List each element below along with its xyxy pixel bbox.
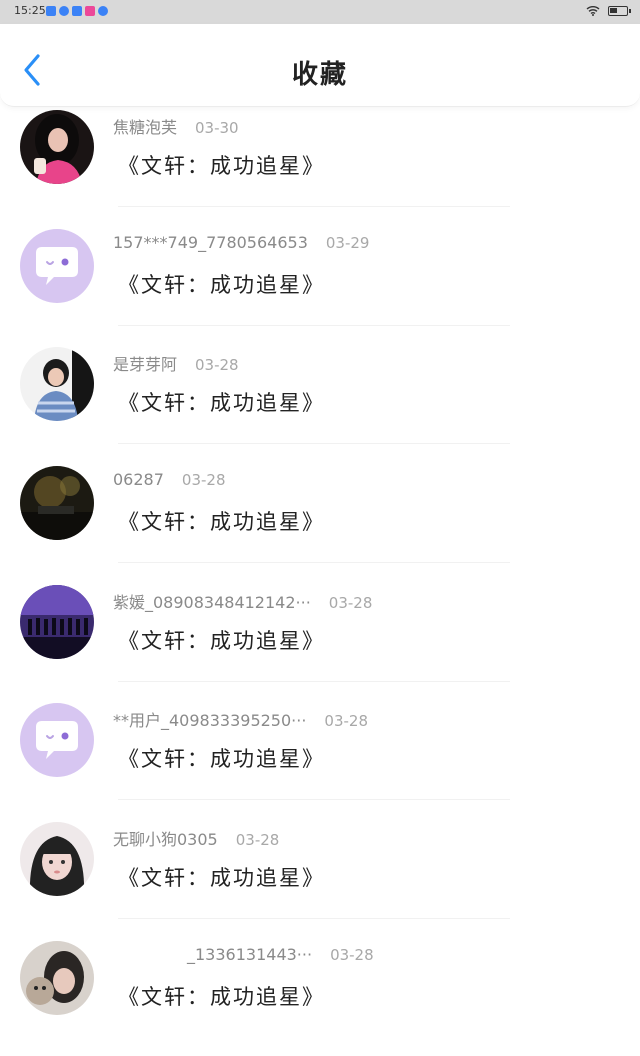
list-item[interactable]: 157***749_7780564653 03-29 《文轩：成功追星》 bbox=[0, 225, 640, 344]
app-notification-icon bbox=[46, 6, 56, 16]
status-time: 15:25 bbox=[14, 4, 46, 17]
post-date: 03-28 bbox=[181, 471, 226, 490]
list-item[interactable]: _1336131443··· 03-28 《文轩：成功追星》 bbox=[0, 937, 640, 1056]
divider bbox=[118, 324, 510, 326]
list-item[interactable]: 06287 03-28 《文轩：成功追星》 bbox=[0, 462, 640, 581]
app-notification-icon bbox=[98, 6, 108, 16]
divider bbox=[118, 443, 510, 445]
app-notification-icon bbox=[59, 6, 69, 16]
username: 无聊小狗0305 bbox=[113, 830, 218, 850]
divider bbox=[118, 918, 510, 920]
status-bar: 15:25 bbox=[0, 0, 640, 24]
avatar[interactable] bbox=[20, 703, 94, 778]
username: 焦糖泡芙 bbox=[113, 118, 178, 137]
battery-icon bbox=[608, 5, 631, 16]
header: 收藏 bbox=[0, 24, 640, 107]
list-item[interactable]: 焦糖泡芙 03-30 《文轩：成功追星》 bbox=[0, 106, 640, 225]
post-date: 03-28 bbox=[324, 712, 369, 731]
avatar[interactable] bbox=[20, 940, 94, 1015]
divider bbox=[118, 206, 510, 207]
page-title: 收藏 bbox=[291, 60, 348, 90]
default-chat-avatar-icon bbox=[20, 703, 94, 778]
list-item[interactable]: **用户_409833395250··· 03-28 《文轩：成功追星》 bbox=[0, 699, 640, 818]
favorite-title[interactable]: 《文轩：成功追星》 bbox=[118, 862, 325, 892]
post-date: 03-28 bbox=[330, 945, 374, 964]
notification-icons bbox=[46, 6, 108, 16]
avatar[interactable] bbox=[20, 822, 94, 897]
app-notification-icon bbox=[72, 6, 82, 16]
default-chat-avatar-icon bbox=[20, 228, 94, 303]
wifi-icon bbox=[586, 6, 600, 16]
username: _1336131443··· bbox=[187, 944, 313, 964]
user-avatar-photo bbox=[20, 466, 94, 541]
username: 紫媛_08908348412142··· bbox=[113, 592, 311, 612]
divider bbox=[118, 680, 510, 682]
favorite-title[interactable]: 《文轩：成功追星》 bbox=[118, 150, 325, 180]
username: 157***749_7780564653 bbox=[113, 232, 308, 252]
list-item[interactable]: 无聊小狗0305 03-28 《文轩：成功追星》 bbox=[0, 818, 640, 937]
avatar[interactable] bbox=[20, 584, 94, 659]
favorite-title[interactable]: 《文轩：成功追星》 bbox=[118, 269, 325, 299]
list-item[interactable]: 是芽芽阿 03-28 《文轩：成功追星》 bbox=[0, 343, 640, 462]
post-date: 03-28 bbox=[195, 356, 239, 375]
post-date: 03-29 bbox=[325, 233, 370, 252]
divider bbox=[118, 799, 510, 801]
username: 是芽芽阿 bbox=[113, 355, 178, 375]
avatar[interactable] bbox=[20, 347, 94, 422]
app-notification-icon bbox=[85, 6, 95, 16]
list-item[interactable]: 紫媛_08908348412142··· 03-28 《文轩：成功追星》 bbox=[0, 581, 640, 700]
post-date: 03-28 bbox=[328, 593, 373, 612]
favorite-title[interactable]: 《文轩：成功追星》 bbox=[118, 506, 325, 536]
username: **用户_409833395250··· bbox=[113, 711, 307, 731]
post-date: 03-30 bbox=[195, 119, 239, 137]
favorites-list: 焦糖泡芙 03-30 《文轩：成功追星》 157***749_778056465… bbox=[0, 106, 640, 1056]
favorite-title[interactable]: 《文轩：成功追星》 bbox=[118, 743, 325, 773]
user-avatar-photo bbox=[20, 940, 94, 1015]
divider bbox=[118, 562, 510, 564]
avatar[interactable] bbox=[20, 228, 94, 303]
user-avatar-photo bbox=[20, 110, 94, 184]
user-avatar-photo bbox=[20, 822, 94, 897]
user-avatar-photo bbox=[20, 347, 94, 422]
avatar[interactable] bbox=[20, 466, 94, 541]
favorite-title[interactable]: 《文轩：成功追星》 bbox=[118, 981, 325, 1011]
username: 06287 bbox=[113, 470, 164, 490]
favorite-title[interactable]: 《文轩：成功追星》 bbox=[118, 387, 325, 417]
user-avatar-photo bbox=[20, 584, 94, 659]
post-date: 03-28 bbox=[235, 831, 280, 850]
favorite-title[interactable]: 《文轩：成功追星》 bbox=[118, 625, 325, 655]
avatar[interactable] bbox=[20, 110, 94, 184]
